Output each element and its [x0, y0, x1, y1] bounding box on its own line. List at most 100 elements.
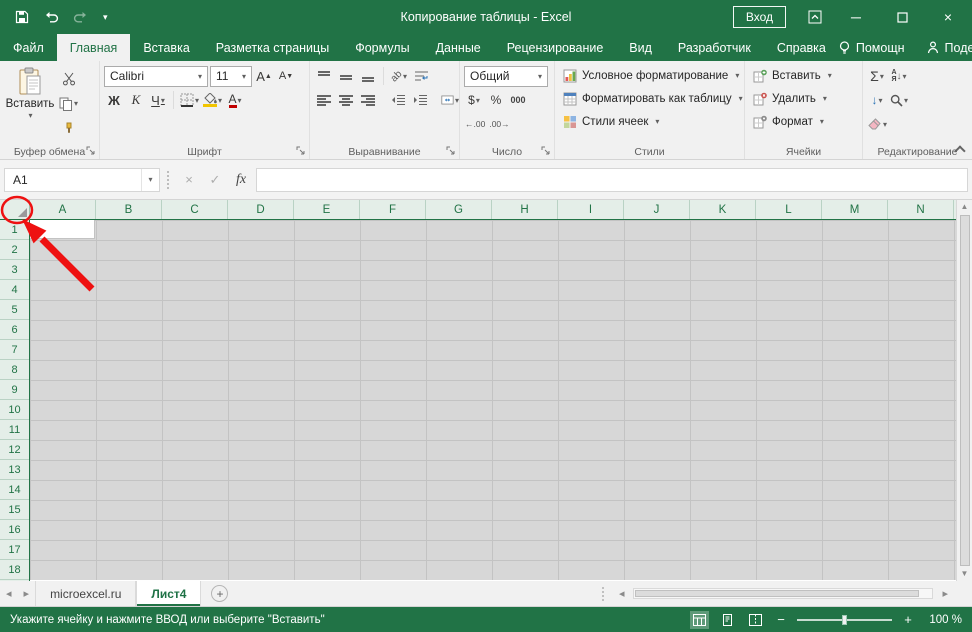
zoom-out-button[interactable]: − [774, 612, 788, 627]
horizontal-scroll-thumb[interactable] [635, 590, 920, 597]
scroll-right-icon[interactable]: ▸ [936, 587, 954, 600]
column-header[interactable]: H [492, 200, 558, 219]
decrease-font-icon[interactable]: А ▼ [276, 66, 296, 87]
column-header[interactable]: N [888, 200, 954, 219]
tab-review[interactable]: Рецензирование [494, 34, 617, 61]
fill-down-icon[interactable]: ↓ ▾ [867, 90, 887, 111]
column-header[interactable]: K [690, 200, 756, 219]
row-header[interactable]: 12 [0, 440, 29, 460]
alignment-dialog-launcher-icon[interactable] [446, 146, 456, 156]
column-header[interactable]: I [558, 200, 624, 219]
bold-button[interactable]: Ж [104, 90, 124, 111]
column-header[interactable]: B [96, 200, 162, 219]
tab-developer[interactable]: Разработчик [665, 34, 764, 61]
number-dialog-launcher-icon[interactable] [541, 146, 551, 156]
row-header[interactable]: 1 [0, 220, 29, 240]
active-cell[interactable] [30, 220, 95, 239]
tab-formulas[interactable]: Формулы [342, 34, 422, 61]
ribbon-display-options-icon[interactable] [808, 10, 822, 24]
percent-style-icon[interactable]: % [486, 90, 506, 111]
zoom-slider-thumb[interactable] [842, 614, 847, 625]
decrease-indent-icon[interactable] [388, 90, 408, 111]
name-box[interactable]: A1 ▾ [4, 167, 160, 192]
next-sheet-icon[interactable]: ▸ [18, 581, 36, 606]
tab-help[interactable]: Справка [764, 34, 839, 61]
row-header[interactable]: 17 [0, 540, 29, 560]
vertical-scroll-thumb[interactable] [959, 215, 970, 566]
conditional-formatting-button[interactable]: Условное форматирование ▾ [559, 64, 740, 87]
font-family-combo[interactable]: Calibri ▾ [104, 65, 208, 87]
column-header[interactable]: A [30, 200, 96, 219]
format-cells-button[interactable]: Формат ▾ [749, 110, 858, 133]
share-button[interactable]: Поделиться [927, 41, 972, 55]
sheet-tab-microexcel[interactable]: microexcel.ru [35, 581, 137, 606]
row-header[interactable]: 5 [0, 300, 29, 320]
increase-font-icon[interactable]: А ▲ [254, 66, 274, 87]
horizontal-scroll-track[interactable] [633, 588, 934, 599]
save-icon[interactable] [14, 10, 30, 24]
font-color-icon[interactable]: А ▾ [225, 90, 245, 111]
italic-button[interactable]: К [126, 90, 146, 111]
zoom-level[interactable]: 100 % [924, 614, 962, 626]
zoom-slider[interactable] [797, 614, 892, 625]
row-header[interactable]: 9 [0, 380, 29, 400]
autosum-button[interactable]: Σ ▾ [867, 66, 887, 87]
formula-bar-divider[interactable] [167, 170, 171, 189]
close-button[interactable]: × [936, 10, 960, 24]
column-header[interactable]: F [360, 200, 426, 219]
assistant-button[interactable]: Помощн [839, 41, 905, 55]
tab-view[interactable]: Вид [616, 34, 665, 61]
normal-view-icon[interactable] [690, 610, 709, 629]
row-header[interactable]: 3 [0, 260, 29, 280]
clear-icon[interactable]: ▾ [867, 114, 888, 135]
scroll-up-icon[interactable]: ▲ [961, 202, 969, 212]
row-header[interactable]: 18 [0, 560, 29, 580]
tab-data[interactable]: Данные [423, 34, 494, 61]
page-layout-view-icon[interactable] [718, 611, 737, 629]
insert-cells-button[interactable]: Вставить ▾ [749, 64, 858, 87]
cell-grid-selected[interactable] [30, 220, 956, 580]
cancel-icon[interactable]: × [178, 169, 200, 191]
sort-filter-icon[interactable]: А Я ↓ ▾ [889, 66, 909, 87]
prev-sheet-icon[interactable]: ◂ [0, 581, 18, 606]
number-format-combo[interactable]: Общий ▾ [464, 65, 548, 87]
row-header[interactable]: 16 [0, 520, 29, 540]
name-box-dropdown-icon[interactable]: ▾ [141, 168, 159, 191]
row-header[interactable]: 6 [0, 320, 29, 340]
cut-icon[interactable] [58, 68, 79, 89]
format-as-table-button[interactable]: Форматировать как таблицу ▾ [559, 87, 743, 110]
font-size-combo[interactable]: 11 ▾ [210, 65, 252, 87]
align-left-icon[interactable] [314, 90, 334, 111]
minimize-button[interactable]: ─ [844, 10, 868, 24]
align-top-icon[interactable] [314, 66, 334, 87]
row-header[interactable]: 4 [0, 280, 29, 300]
increase-indent-icon[interactable] [410, 90, 430, 111]
row-header[interactable]: 14 [0, 480, 29, 500]
increase-decimal-icon[interactable]: ←.00 [464, 114, 486, 135]
horizontal-scrollbar[interactable]: ◂ ▸ [598, 581, 972, 606]
align-middle-icon[interactable] [336, 66, 356, 87]
row-header[interactable]: 8 [0, 360, 29, 380]
scroll-left-icon[interactable]: ◂ [613, 587, 631, 600]
sheet-tab-list4[interactable]: Лист4 [136, 581, 202, 606]
borders-icon[interactable]: ▾ [179, 90, 200, 111]
scroll-down-icon[interactable]: ▼ [961, 569, 969, 579]
sign-in-button[interactable]: Вход [732, 6, 786, 28]
align-right-icon[interactable] [358, 90, 378, 111]
copy-icon[interactable]: ▾ [58, 93, 79, 114]
clipboard-dialog-launcher-icon[interactable] [86, 146, 96, 156]
row-header[interactable]: 2 [0, 240, 29, 260]
tab-insert[interactable]: Вставка [130, 34, 202, 61]
merge-center-icon[interactable]: ▾ [440, 90, 460, 111]
font-dialog-launcher-icon[interactable] [296, 146, 306, 156]
underline-button[interactable]: Ч ▾ [148, 90, 168, 111]
paste-button[interactable]: Вставить ▾ [4, 64, 56, 143]
row-header[interactable]: 7 [0, 340, 29, 360]
align-center-icon[interactable] [336, 90, 356, 111]
select-all-button[interactable] [0, 200, 30, 220]
formula-input[interactable] [256, 167, 968, 192]
page-break-view-icon[interactable] [746, 611, 765, 629]
row-header[interactable]: 11 [0, 420, 29, 440]
row-header[interactable]: 15 [0, 500, 29, 520]
accounting-format-icon[interactable]: $ ▾ [464, 90, 484, 111]
